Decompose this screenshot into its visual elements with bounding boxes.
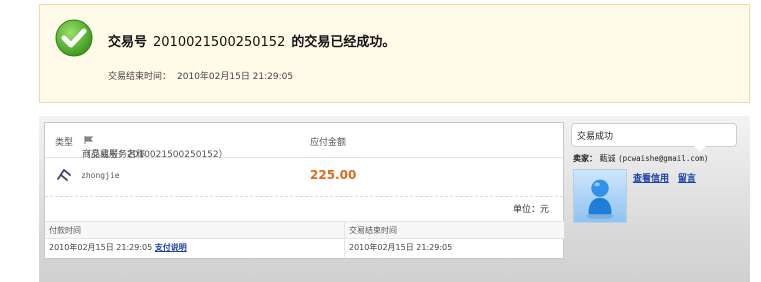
status-card: 交易成功 <box>571 123 737 152</box>
end-time-cell: 2010年02月15日 21:29:05 <box>349 243 453 252</box>
table-header: 类型 商品或服务名称 （交易号：2010021500250152） 应付金额 <box>45 123 563 160</box>
unit-label: 单位：元 <box>512 205 549 215</box>
status-card-tail <box>694 146 706 152</box>
trade-status: 交易成功 <box>577 132 614 142</box>
col-amount: 应付金额 <box>310 138 347 148</box>
time-table: 付款时间 交易结束时间 2010年02月15日 21:29:05 支付说明 20… <box>45 221 564 259</box>
title-prefix: 交易号 <box>108 35 148 50</box>
seller-email: (pcwaishe@gmail.com) <box>618 154 709 163</box>
avatar <box>573 169 627 223</box>
trade-number: 2010021500250152 <box>153 35 286 50</box>
trade-table: 类型 商品或服务名称 （交易号：2010021500250152） 应付金额 z… <box>44 122 564 259</box>
row-seller-name: zhongjie <box>81 171 120 180</box>
success-banner: 交易号 2010021500250152 的交易已经成功。 交易结束时间： 2010年… <box>39 4 750 103</box>
end-time-line: 交易结束时间： 2010年02月15日 21:29:05 <box>108 69 293 82</box>
pay-time-cell: 2010年02月15日 21:29:05 支付说明 <box>45 239 345 257</box>
pay-time-value: 2010年02月15日 21:29:05 <box>49 243 153 252</box>
message-link[interactable]: 留言 <box>678 174 696 184</box>
seller-label: 卖家： <box>573 154 597 163</box>
table-row: zhongjie 225.00 <box>45 158 563 197</box>
seller-type-icon <box>57 168 71 181</box>
end-time-value: 2010年02月15日 21:29:05 <box>177 72 294 82</box>
col-type: 类型 <box>55 138 74 148</box>
col-name: 商品或服务名称 （交易号：2010021500250152） <box>82 135 228 160</box>
page-title: 交易号 2010021500250152 的交易已经成功。 <box>108 31 395 50</box>
seller-info: 卖家： 甄诚 (pcwaishe@gmail.com) <box>573 153 708 164</box>
trade-detail-area: 类型 商品或服务名称 （交易号：2010021500250152） 应付金额 z… <box>39 116 750 282</box>
view-credit-link[interactable]: 查看信用 <box>633 174 669 184</box>
row-amount: 225.00 <box>310 168 357 182</box>
end-time-header: 交易结束时间 <box>345 221 564 239</box>
user-avatar-icon <box>586 179 614 220</box>
flag-icon <box>84 135 94 144</box>
pay-time-header: 付款时间 <box>45 221 345 239</box>
success-check-icon <box>55 19 93 57</box>
seller-name: 甄诚 <box>599 154 616 163</box>
title-suffix: 的交易已经成功。 <box>291 35 396 50</box>
seller-links: 查看信用 留言 <box>633 171 702 184</box>
divider <box>344 221 345 257</box>
end-time-label: 交易结束时间： <box>108 72 172 82</box>
payment-info-link[interactable]: 支付说明 <box>155 243 187 252</box>
